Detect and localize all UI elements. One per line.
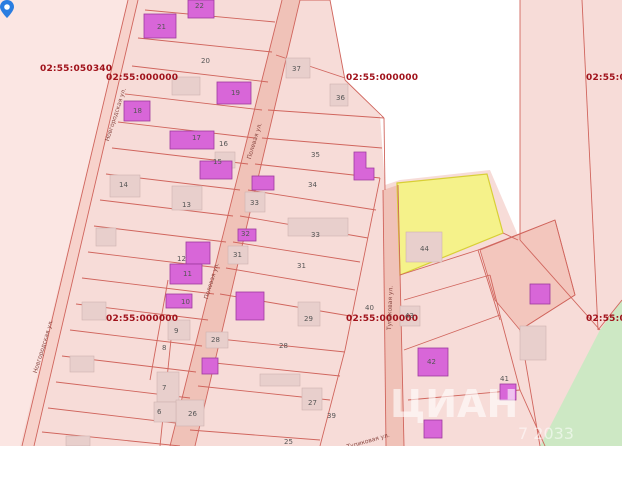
cadastral-label: 02:55:000000 [106, 73, 179, 83]
parcel-number: 13 [182, 201, 191, 209]
parcel-number: 34 [308, 181, 317, 189]
parcel-number: 7 [162, 384, 167, 392]
parcel-number: 9 [174, 327, 179, 335]
parcel-number: 12 [177, 255, 186, 263]
parcel-number: 18 [133, 107, 142, 115]
parcel-number: 35 [311, 151, 320, 159]
cadastral-label: 02:55:000000 [586, 314, 622, 324]
parcel-number: 25 [284, 438, 293, 446]
cadastral-label: 02:55:000000 [346, 73, 419, 83]
parcel-number: 32 [241, 230, 250, 238]
cadastral-label: 02:55:000000 [106, 314, 179, 324]
parcel-number: 14 [119, 181, 128, 189]
parcel-number: 8 [162, 344, 167, 352]
parcel-number: 10 [181, 298, 190, 306]
parcel-number: 42 [427, 358, 436, 366]
watermark-id: 7 2033 [518, 424, 574, 443]
bottom-blank [0, 446, 622, 480]
white-area [385, 115, 450, 180]
parcel-number: 31 [233, 251, 242, 259]
parcel-number: 33 [250, 199, 259, 207]
parcel-number: 27 [308, 399, 317, 407]
parcel-number: 40 [365, 304, 374, 312]
parcel-number: 43 [405, 312, 414, 320]
parcel-number: 11 [183, 270, 192, 278]
parcel-number: 28 [211, 336, 220, 344]
parcel-number: 26 [188, 410, 197, 418]
parcel-number: 44 [420, 245, 429, 253]
parcel-number: 33 [311, 231, 320, 239]
parcel-number: 20 [201, 57, 210, 65]
parcel-number: 31 [297, 262, 306, 270]
parcel-number: 36 [336, 94, 345, 102]
parcel-number: 15 [213, 158, 222, 166]
watermark-logo: ЦИАН [390, 382, 519, 426]
parcel-number: 29 [304, 315, 313, 323]
cadastral-map[interactable]: 02:55:050340 02:55:000000 02:55:000000 0… [0, 0, 622, 446]
parcel-number: 21 [157, 23, 166, 31]
parcel-number: 22 [195, 2, 204, 10]
cadastral-label: 02:55:050340 [40, 64, 113, 74]
cadastral-label: 02:55:000000 [586, 73, 622, 83]
location-pin-icon[interactable] [0, 0, 14, 18]
parcel-number: 28 [279, 342, 288, 350]
parcel-number: 39 [327, 412, 336, 420]
parcel-number: 37 [292, 65, 301, 73]
parcel-number: 6 [157, 408, 162, 416]
parcel-number: 17 [192, 134, 201, 142]
parcel-number: 16 [219, 140, 228, 148]
parcel-number: 19 [231, 89, 240, 97]
